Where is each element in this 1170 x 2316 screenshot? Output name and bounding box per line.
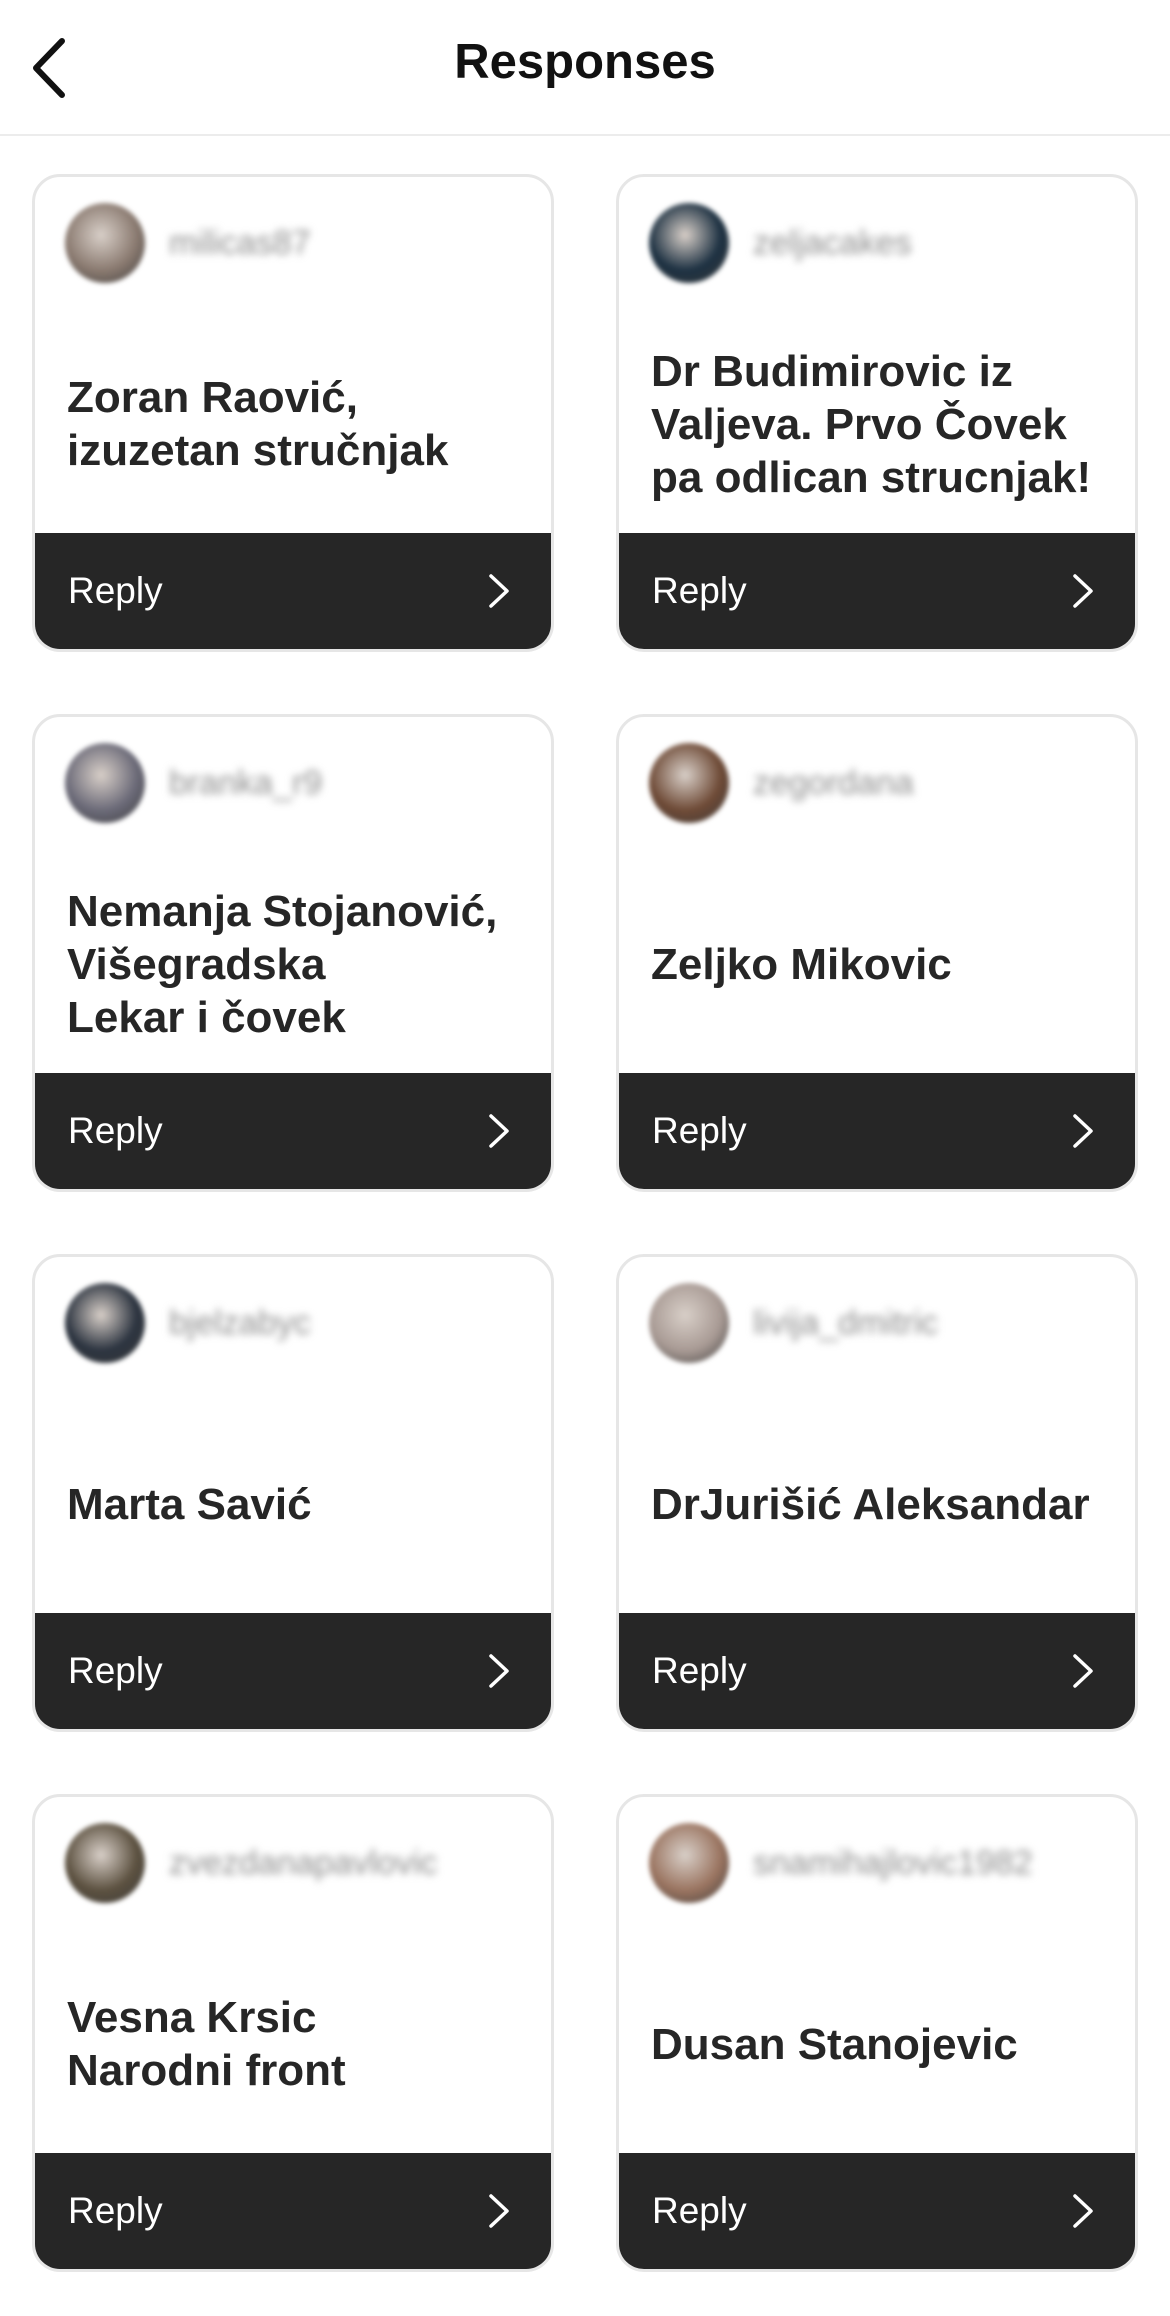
reply-label: Reply — [68, 570, 163, 611]
chevron-right-icon — [1073, 2194, 1093, 2228]
response-text: Marta Savić — [67, 1479, 312, 1529]
reply-label: Reply — [652, 1110, 747, 1151]
response-card: zeljacakes Dr Budimirovic iz Valjeva. Pr… — [616, 174, 1138, 652]
card-author: livija_dmitric — [649, 1283, 938, 1363]
chevron-right-icon — [489, 574, 509, 608]
avatar[interactable] — [65, 203, 145, 283]
username[interactable]: branka_r9 — [169, 764, 322, 803]
response-text: Vesna Krsic Narodni front — [67, 1993, 346, 2095]
response-body: Zeljko Mikovic — [651, 853, 1111, 1075]
username[interactable]: livija_dmitric — [753, 1304, 938, 1343]
response-body: DrJurišić Aleksandar — [651, 1393, 1111, 1615]
reply-label: Reply — [68, 1650, 163, 1691]
avatar[interactable] — [649, 743, 729, 823]
card-author: zegordana — [649, 743, 914, 823]
chevron-right-icon — [489, 2194, 509, 2228]
response-body: Dr Budimirovic iz Valjeva. Prvo Čovek pa… — [651, 313, 1111, 535]
username[interactable]: zvezdanapavlovic — [169, 1844, 437, 1883]
top-bar: Responses — [0, 0, 1170, 136]
response-body: Vesna Krsic Narodni front — [67, 1933, 527, 2155]
reply-button[interactable]: Reply — [35, 1613, 551, 1729]
avatar[interactable] — [649, 203, 729, 283]
response-text: Dr Budimirovic iz Valjeva. Prvo Čovek pa… — [651, 346, 1092, 502]
reply-label: Reply — [68, 2190, 163, 2231]
response-body: Zoran Raović, izuzetan stručnjak — [67, 313, 527, 535]
response-text: Nemanja Stojanović, Višegradska Lekar i … — [67, 886, 498, 1042]
response-text: DrJurišić Aleksandar — [651, 1479, 1090, 1529]
page-title: Responses — [454, 35, 716, 89]
avatar[interactable] — [65, 743, 145, 823]
reply-label: Reply — [68, 1110, 163, 1151]
reply-button[interactable]: Reply — [35, 533, 551, 649]
avatar[interactable] — [649, 1823, 729, 1903]
reply-button[interactable]: Reply — [35, 2153, 551, 2269]
avatar[interactable] — [65, 1283, 145, 1363]
card-author: milicas87 — [65, 203, 311, 283]
response-body: Nemanja Stojanović, Višegradska Lekar i … — [67, 853, 527, 1075]
card-author: zvezdanapavlovic — [65, 1823, 437, 1903]
card-author: zeljacakes — [649, 203, 912, 283]
username[interactable]: snamihajlovic1982 — [753, 1844, 1033, 1883]
reply-button[interactable]: Reply — [35, 1073, 551, 1189]
reply-button[interactable]: Reply — [619, 1073, 1135, 1189]
chevron-right-icon — [1073, 1114, 1093, 1148]
card-author: bjelzabyc — [65, 1283, 311, 1363]
reply-button[interactable]: Reply — [619, 1613, 1135, 1729]
username[interactable]: zeljacakes — [753, 224, 912, 263]
response-text: Zeljko Mikovic — [651, 939, 952, 989]
reply-label: Reply — [652, 570, 747, 611]
reply-button[interactable]: Reply — [619, 533, 1135, 649]
response-card: zegordana Zeljko Mikovic Reply — [616, 714, 1138, 1192]
chevron-right-icon — [1073, 574, 1093, 608]
responses-grid: milicas87 Zoran Raović, izuzetan stručnj… — [32, 174, 1138, 2272]
chevron-right-icon — [489, 1654, 509, 1688]
avatar[interactable] — [649, 1283, 729, 1363]
username[interactable]: zegordana — [753, 764, 914, 803]
response-card: livija_dmitric DrJurišić Aleksandar Repl… — [616, 1254, 1138, 1732]
response-body: Dusan Stanojevic — [651, 1933, 1111, 2155]
response-card: zvezdanapavlovic Vesna Krsic Narodni fro… — [32, 1794, 554, 2272]
response-body: Marta Savić — [67, 1393, 527, 1615]
response-text: Zoran Raović, izuzetan stručnjak — [67, 373, 449, 475]
response-text: Dusan Stanojevic — [651, 2019, 1018, 2069]
response-card: bjelzabyc Marta Savić Reply — [32, 1254, 554, 1732]
card-author: branka_r9 — [65, 743, 322, 823]
response-card: snamihajlovic1982 Dusan Stanojevic Reply — [616, 1794, 1138, 2272]
username[interactable]: milicas87 — [169, 224, 311, 263]
chevron-right-icon — [489, 1114, 509, 1148]
reply-button[interactable]: Reply — [619, 2153, 1135, 2269]
reply-label: Reply — [652, 1650, 747, 1691]
avatar[interactable] — [65, 1823, 145, 1903]
chevron-right-icon — [1073, 1654, 1093, 1688]
username[interactable]: bjelzabyc — [169, 1304, 311, 1343]
response-card: branka_r9 Nemanja Stojanović, Višegradsk… — [32, 714, 554, 1192]
card-author: snamihajlovic1982 — [649, 1823, 1033, 1903]
reply-label: Reply — [652, 2190, 747, 2231]
response-card: milicas87 Zoran Raović, izuzetan stručnj… — [32, 174, 554, 652]
